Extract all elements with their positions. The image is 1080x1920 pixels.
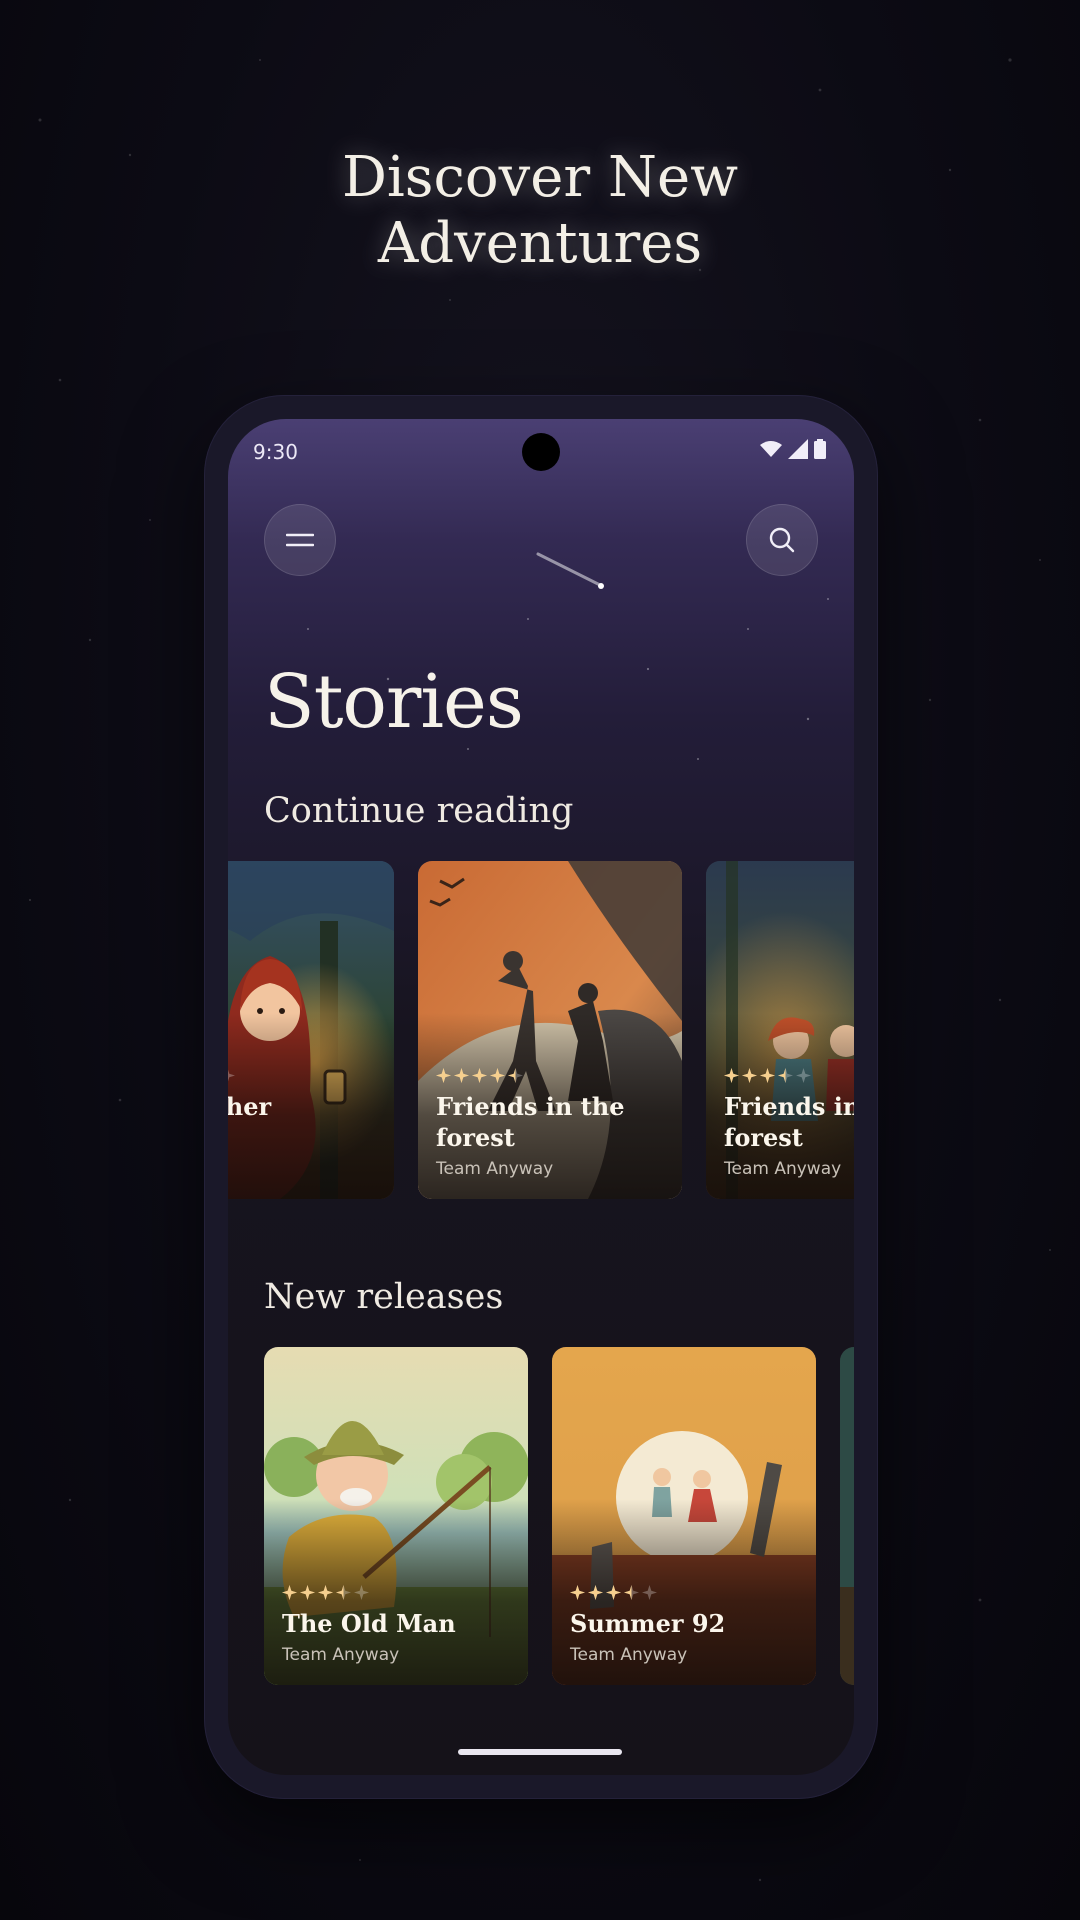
- shooting-star: [536, 552, 602, 587]
- hero-heading: Discover New Adventures: [0, 145, 1080, 277]
- star-icon: [472, 1068, 487, 1083]
- phone-screen: 9:30 Stories Continue reading her Friend…: [228, 419, 854, 1775]
- star-icon: [282, 1585, 297, 1600]
- rating-stars: [724, 1068, 854, 1083]
- rating-stars: [570, 1585, 806, 1600]
- star-icon: [624, 1585, 639, 1600]
- star-icon: [354, 1585, 369, 1600]
- signal-icon: [788, 439, 808, 459]
- continue-card-3[interactable]: Friends in forest Team Anyway: [706, 861, 854, 1199]
- star-icon: [228, 1069, 235, 1082]
- star-icon: [454, 1068, 469, 1083]
- card-info: The Old Man Team Anyway: [282, 1585, 518, 1665]
- star-icon: [588, 1585, 603, 1600]
- card-author: Team Anyway: [570, 1645, 688, 1665]
- star-icon: [508, 1068, 523, 1083]
- card-author: way: [228, 1159, 384, 1179]
- star-icon: [570, 1585, 585, 1600]
- status-time: 9:30: [253, 440, 298, 464]
- wifi-icon: [760, 441, 782, 457]
- card-info: e and her n way: [228, 1068, 384, 1179]
- hero-line-2: Adventures: [377, 211, 703, 276]
- search-icon: [769, 527, 795, 553]
- card-info: Summer 92 Team Anyway: [570, 1585, 806, 1665]
- menu-button[interactable]: [264, 504, 336, 576]
- new-releases-title: New releases: [264, 1277, 504, 1317]
- status-icons: [760, 439, 826, 459]
- card-cover-peek: [840, 1347, 854, 1685]
- star-icon: [796, 1068, 811, 1083]
- star-icon: [436, 1068, 451, 1083]
- continue-card-1[interactable]: e and her n way: [228, 861, 394, 1199]
- star-icon: [760, 1068, 775, 1083]
- rating-stars: [228, 1068, 384, 1083]
- star-icon: [300, 1585, 315, 1600]
- card-title: Friends in the forest: [436, 1092, 625, 1152]
- battery-icon: [814, 439, 826, 459]
- rating-stars: [282, 1585, 518, 1600]
- card-title: Summer 92: [570, 1609, 726, 1638]
- hero-line-1: Discover New: [341, 145, 739, 210]
- card-title: The Old Man: [282, 1609, 456, 1638]
- card-info: Friends in the forest Team Anyway: [436, 1068, 672, 1179]
- release-card-1[interactable]: The Old Man Team Anyway: [264, 1347, 528, 1685]
- card-title: Friends in forest: [724, 1092, 854, 1152]
- card-author: Team Anyway: [724, 1159, 842, 1179]
- star-icon: [778, 1068, 793, 1083]
- status-bar: 9:30: [228, 433, 854, 473]
- page-title: Stories: [264, 659, 524, 745]
- card-info: Friends in forest Team Anyway: [724, 1068, 854, 1179]
- menu-icon: [286, 533, 314, 547]
- release-card-2[interactable]: Summer 92 Team Anyway: [552, 1347, 816, 1685]
- card-title: e and her n: [228, 1092, 272, 1121]
- search-button[interactable]: [746, 504, 818, 576]
- star-icon: [606, 1585, 621, 1600]
- star-icon: [742, 1068, 757, 1083]
- continue-card-2[interactable]: Friends in the forest Team Anyway: [418, 861, 682, 1199]
- star-icon: [724, 1068, 739, 1083]
- star-icon: [318, 1585, 333, 1600]
- card-author: Team Anyway: [282, 1645, 400, 1665]
- phone-frame: 9:30 Stories Continue reading her Friend…: [204, 395, 878, 1799]
- front-camera: [522, 433, 560, 471]
- star-icon: [336, 1585, 351, 1600]
- continue-reading-title: Continue reading: [264, 791, 574, 831]
- card-author: Team Anyway: [436, 1159, 554, 1179]
- release-card-3[interactable]: [840, 1347, 854, 1685]
- rating-stars: [436, 1068, 672, 1083]
- star-icon: [642, 1585, 657, 1600]
- star-icon: [490, 1068, 505, 1083]
- home-indicator[interactable]: [458, 1749, 622, 1755]
